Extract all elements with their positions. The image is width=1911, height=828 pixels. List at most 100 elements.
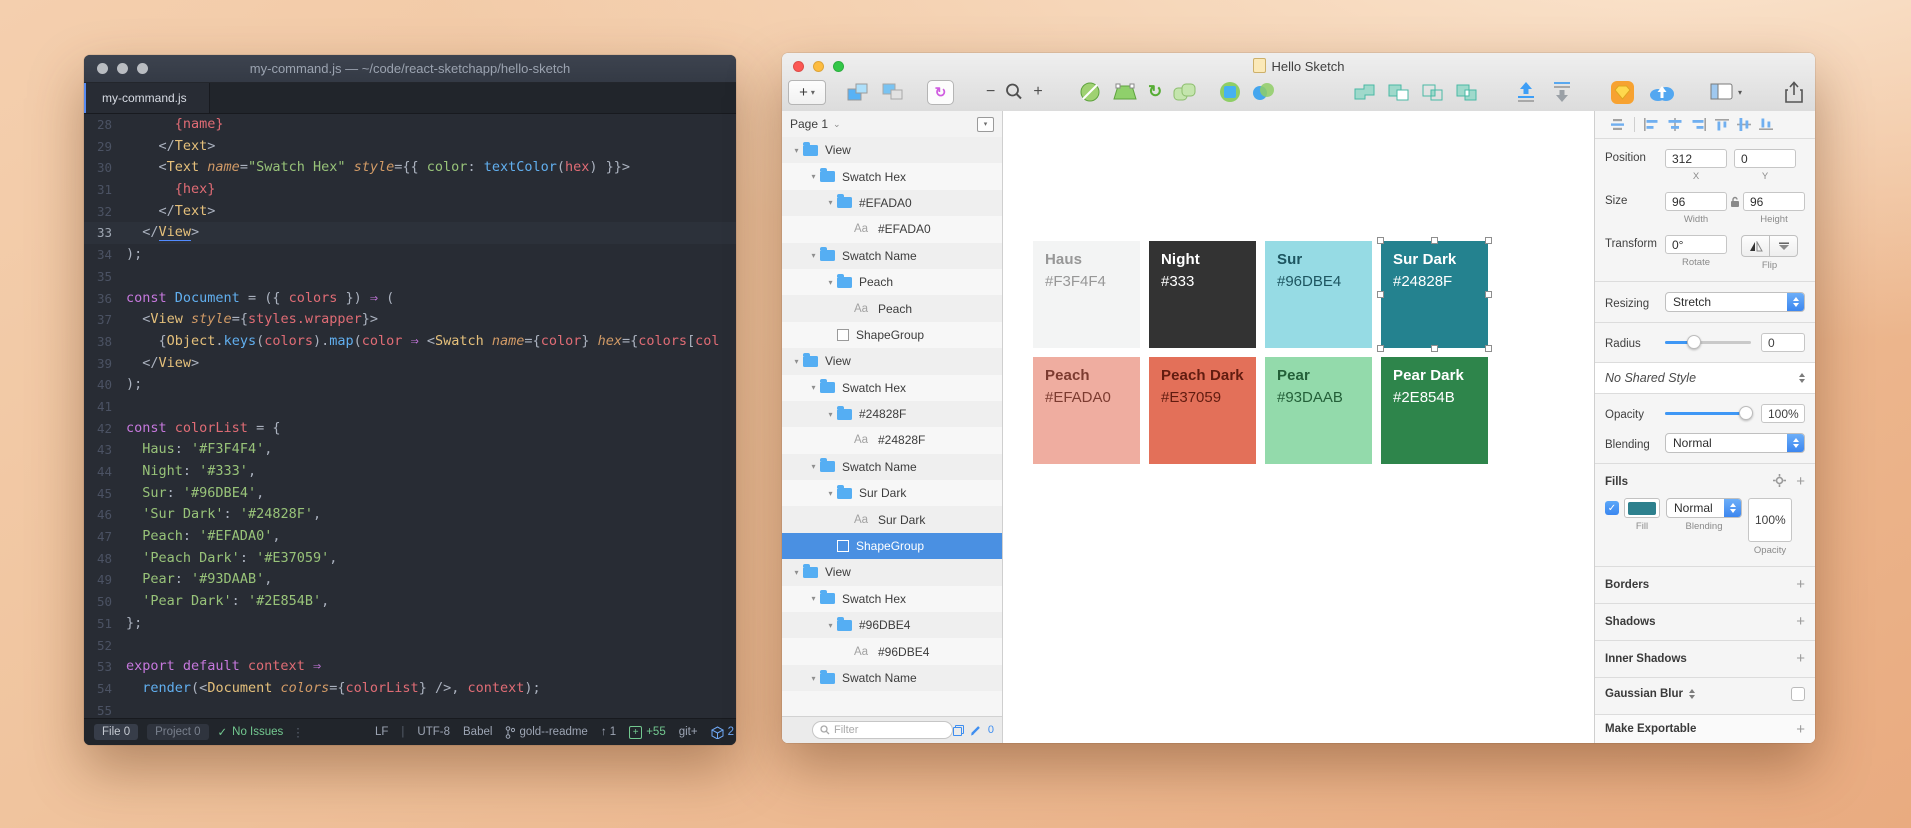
- boolean-ops-button[interactable]: [1250, 80, 1276, 104]
- layer-row-swatch-hex[interactable]: ▾Swatch Hex: [782, 163, 1002, 189]
- code-line[interactable]: 52: [84, 635, 736, 657]
- editor-titlebar[interactable]: my-command.js — ~/code/react-sketchapp/h…: [84, 55, 736, 83]
- swatch-peach-dark[interactable]: Peach Dark#E37059: [1149, 357, 1256, 464]
- disclosure-triangle[interactable]: ▾: [790, 568, 803, 577]
- disclosure-triangle[interactable]: ▾: [807, 251, 820, 260]
- code-line[interactable]: 35: [84, 266, 736, 288]
- make-exportable-row[interactable]: Make Exportable +: [1595, 714, 1815, 743]
- rotate-input[interactable]: 0°: [1665, 235, 1727, 254]
- view-options-button[interactable]: ▾: [1710, 82, 1742, 102]
- opacity-slider[interactable]: [1665, 412, 1751, 415]
- swatch-haus[interactable]: Haus#F3F4F4: [1033, 241, 1140, 348]
- code-line[interactable]: 45 Sur: '#96DBE4',: [84, 483, 736, 505]
- status-added-lines[interactable]: ++55: [629, 726, 666, 739]
- layer-row-shapegroup[interactable]: ShapeGroup: [782, 322, 1002, 348]
- page-header[interactable]: Page 1 ⌄ ▾: [782, 111, 1002, 138]
- code-line[interactable]: 36const Document = ({ colors }) ⇒ (: [84, 288, 736, 310]
- duplicate-icon[interactable]: [953, 725, 964, 736]
- layer-row-view[interactable]: ▾View: [782, 137, 1002, 163]
- gear-icon[interactable]: [1773, 474, 1786, 490]
- status-lint[interactable]: ✓No Issues: [218, 725, 284, 739]
- shared-style-select[interactable]: No Shared Style: [1595, 362, 1815, 394]
- layer-row-sur-dark[interactable]: AaSur Dark: [782, 506, 1002, 532]
- rotate-tool-button[interactable]: ↻: [1148, 82, 1162, 102]
- gaussian-blur-checkbox[interactable]: [1791, 687, 1805, 701]
- code-line[interactable]: 31 {hex}: [84, 179, 736, 201]
- layer-row-swatch-name[interactable]: ▾Swatch Name: [782, 243, 1002, 269]
- union-button[interactable]: [1352, 81, 1377, 103]
- selection-handle[interactable]: [1431, 237, 1438, 244]
- code-line[interactable]: 42const colorList = {: [84, 418, 736, 440]
- layer-row-swatch-name[interactable]: ▾Swatch Name: [782, 665, 1002, 691]
- ungroup-button[interactable]: [879, 80, 907, 104]
- blending-select[interactable]: Normal: [1665, 433, 1805, 453]
- layer-row--96dbe4[interactable]: Aa#96DBE4: [782, 638, 1002, 664]
- scale-tool-button[interactable]: [1112, 80, 1138, 104]
- code-line[interactable]: 49 Pear: '#93DAAB',: [84, 569, 736, 591]
- fill-opacity-input[interactable]: 100%: [1748, 498, 1792, 542]
- bring-forward-button[interactable]: [1514, 80, 1538, 104]
- magnifier-icon[interactable]: [1004, 82, 1024, 102]
- width-input[interactable]: 96: [1665, 192, 1727, 211]
- code-line[interactable]: 46 'Sur Dark': '#24828F',: [84, 504, 736, 526]
- status-busy-icon[interactable]: ⋮: [292, 725, 304, 739]
- code-line[interactable]: 53export default context ⇒: [84, 656, 736, 678]
- disclosure-triangle[interactable]: ▾: [824, 278, 837, 287]
- disclosure-triangle[interactable]: ▾: [824, 198, 837, 207]
- swatch-night[interactable]: Night#333: [1149, 241, 1256, 348]
- code-line[interactable]: 32 </Text>: [84, 201, 736, 223]
- page-name[interactable]: Page 1: [790, 117, 828, 131]
- fill-color-well[interactable]: [1624, 498, 1660, 518]
- swatch-sur[interactable]: Sur#96DBE4: [1265, 241, 1372, 348]
- selection-handle[interactable]: [1431, 345, 1438, 352]
- send-backward-button[interactable]: [1550, 80, 1574, 104]
- flip-vertical-button[interactable]: [1769, 235, 1798, 257]
- mask-button[interactable]: [1218, 80, 1242, 104]
- disclosure-triangle[interactable]: ▾: [807, 594, 820, 603]
- x-input[interactable]: 312: [1665, 149, 1727, 168]
- align-center-horizontal-icon[interactable]: [1667, 118, 1683, 131]
- code-line[interactable]: 34);: [84, 244, 736, 266]
- layer-row--24828f[interactable]: Aa#24828F: [782, 427, 1002, 453]
- layer-row-view[interactable]: ▾View: [782, 348, 1002, 374]
- selection-handle[interactable]: [1377, 237, 1384, 244]
- code-line[interactable]: 41: [84, 396, 736, 418]
- slider-thumb[interactable]: [1739, 406, 1753, 420]
- status-item[interactable]: UTF-8: [417, 726, 450, 738]
- selection-handle[interactable]: [1485, 345, 1492, 352]
- layer-row-shapegroup[interactable]: ShapeGroup: [782, 533, 1002, 559]
- disclosure-triangle[interactable]: ▾: [807, 383, 820, 392]
- resizing-select[interactable]: Stretch: [1665, 292, 1805, 312]
- radius-input[interactable]: 0: [1761, 333, 1805, 352]
- status-item[interactable]: git+: [679, 726, 698, 738]
- page-list-toggle[interactable]: ▾: [977, 117, 994, 132]
- code-line[interactable]: 40);: [84, 374, 736, 396]
- zoom-button[interactable]: [137, 63, 148, 74]
- add-shadow-button[interactable]: +: [1796, 613, 1805, 630]
- union-shapes-button[interactable]: [1172, 80, 1198, 104]
- status-item[interactable]: Babel: [463, 726, 492, 738]
- oval-tool-button[interactable]: [1078, 80, 1102, 104]
- layer-row-sur-dark[interactable]: ▾Sur Dark: [782, 480, 1002, 506]
- lock-icon[interactable]: [1730, 196, 1740, 211]
- disclosure-triangle[interactable]: ▾: [790, 146, 803, 155]
- code-line[interactable]: 47 Peach: '#EFADA0',: [84, 526, 736, 548]
- selection-handle[interactable]: [1377, 345, 1384, 352]
- code-line[interactable]: 44 Night: '#333',: [84, 461, 736, 483]
- layer-row--96dbe4[interactable]: ▾#96DBE4: [782, 612, 1002, 638]
- disclosure-triangle[interactable]: ▾: [807, 674, 820, 683]
- code-line[interactable]: 51};: [84, 613, 736, 635]
- sketch-mirror-button[interactable]: [1610, 80, 1635, 105]
- add-export-button[interactable]: +: [1796, 721, 1805, 738]
- code-line[interactable]: 30 <Text name="Swatch Hex" style={{ colo…: [84, 157, 736, 179]
- intersect-button[interactable]: [1420, 81, 1445, 103]
- align-top-icon[interactable]: [1715, 118, 1729, 131]
- swatch-pear-dark[interactable]: Pear Dark#2E854B: [1381, 357, 1488, 464]
- pencil-icon[interactable]: [970, 724, 982, 736]
- distribute-vertically-icon[interactable]: [1609, 118, 1626, 131]
- add-inner-shadow-button[interactable]: +: [1796, 650, 1805, 667]
- create-symbol-button[interactable]: ↻: [927, 80, 954, 105]
- code-line[interactable]: 54 render(<Document colors={colorList} /…: [84, 678, 736, 700]
- disclosure-triangle[interactable]: ▾: [790, 357, 803, 366]
- cloud-button[interactable]: [1648, 81, 1676, 103]
